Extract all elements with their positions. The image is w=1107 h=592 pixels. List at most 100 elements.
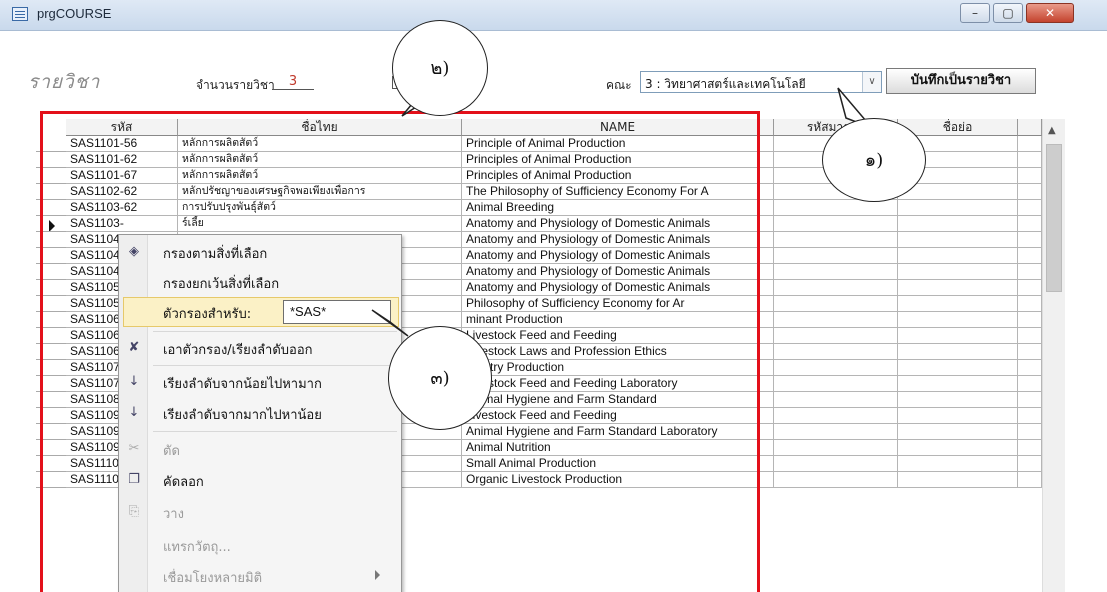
table-cell[interactable]	[898, 216, 1018, 232]
column-header[interactable]: ชื่อไทย	[178, 119, 462, 136]
faculty-dropdown[interactable]: 3 : วิทยาศาสตร์และเทคโนโลยี ∨	[640, 71, 882, 93]
table-cell[interactable]: Animal Nutrition	[462, 440, 774, 456]
menu-sort-ascending[interactable]: ↓ เรียงลำดับจากน้อยไปหามาก	[119, 367, 401, 397]
table-cell[interactable]: Animal Breeding	[462, 200, 774, 216]
table-cell[interactable]	[898, 248, 1018, 264]
table-cell[interactable]	[774, 248, 898, 264]
row-selector[interactable]	[36, 184, 66, 200]
table-cell[interactable]: Animal Hygiene and Farm Standard	[462, 392, 774, 408]
table-cell[interactable]: หลักการผลิตสัตว์	[178, 152, 462, 168]
table-cell[interactable]: Livestock Feed and Feeding	[462, 408, 774, 424]
table-cell[interactable]	[898, 344, 1018, 360]
table-cell[interactable]: SAS1103-62	[66, 200, 178, 216]
table-cell[interactable]: Anatomy and Physiology of Domestic Anima…	[462, 248, 774, 264]
table-cell[interactable]	[898, 312, 1018, 328]
minimize-button[interactable]: –	[960, 3, 990, 23]
table-cell[interactable]	[898, 392, 1018, 408]
column-header[interactable]: NAME	[462, 119, 774, 136]
table-cell[interactable]	[774, 408, 898, 424]
table-cell[interactable]	[898, 328, 1018, 344]
row-selector[interactable]	[36, 328, 66, 344]
table-cell[interactable]	[898, 440, 1018, 456]
table-cell[interactable]: การปรับปรุงพันธุ์สัตว์	[178, 200, 462, 216]
table-cell[interactable]: Principle of Animal Production	[462, 136, 774, 152]
row-selector[interactable]	[36, 472, 66, 488]
table-cell[interactable]: Principles of Animal Production	[462, 168, 774, 184]
table-cell[interactable]	[898, 280, 1018, 296]
row-selector[interactable]	[36, 392, 66, 408]
row-selector[interactable]	[36, 456, 66, 472]
row-selector[interactable]	[36, 296, 66, 312]
table-cell[interactable]	[774, 200, 898, 216]
table-cell[interactable]: minant Production	[462, 312, 774, 328]
table-cell[interactable]: SAS1101-62	[66, 152, 178, 168]
table-cell[interactable]	[774, 328, 898, 344]
row-selector[interactable]	[36, 440, 66, 456]
column-header[interactable]: รหัส	[66, 119, 178, 136]
menu-copy[interactable]: ❐ คัดลอก	[119, 465, 401, 495]
table-cell[interactable]: Livestock Feed and Feeding	[462, 328, 774, 344]
row-selector[interactable]	[36, 344, 66, 360]
row-selector[interactable]	[36, 408, 66, 424]
row-selector[interactable]	[36, 168, 66, 184]
table-cell[interactable]	[774, 312, 898, 328]
table-cell[interactable]	[774, 472, 898, 488]
row-selector[interactable]	[36, 280, 66, 296]
table-cell[interactable]: Anatomy and Physiology of Domestic Anima…	[462, 264, 774, 280]
table-cell[interactable]: SAS1101-67	[66, 168, 178, 184]
table-cell[interactable]	[898, 200, 1018, 216]
table-cell[interactable]: Animal Hygiene and Farm Standard Laborat…	[462, 424, 774, 440]
table-cell[interactable]: หลักการผลิตสัตว์	[178, 136, 462, 152]
table-cell[interactable]	[898, 456, 1018, 472]
menu-filter-by-selection[interactable]: ◈ กรองตามสิ่งที่เลือก	[119, 237, 401, 267]
scroll-up-icon[interactable]: ▲	[1048, 125, 1056, 136]
table-cell[interactable]	[898, 376, 1018, 392]
table-cell[interactable]	[774, 360, 898, 376]
row-selector[interactable]	[36, 216, 66, 232]
row-selector[interactable]	[36, 152, 66, 168]
filter-for-input[interactable]: *SAS*	[283, 300, 391, 324]
table-cell[interactable]	[774, 440, 898, 456]
table-cell[interactable]: Anatomy and Physiology of Domestic Anima…	[462, 232, 774, 248]
chevron-down-icon[interactable]: ∨	[862, 72, 881, 92]
table-cell[interactable]	[898, 472, 1018, 488]
table-cell[interactable]	[774, 344, 898, 360]
table-cell[interactable]: หลักปรัชญาของเศรษฐกิจพอเพียงเพื่อการ	[178, 184, 462, 200]
table-cell[interactable]	[898, 424, 1018, 440]
save-as-course-button[interactable]: บันทึกเป็นรายวิชา	[886, 68, 1036, 94]
row-selector[interactable]	[36, 312, 66, 328]
column-header[interactable]: ชื่อย่อ	[898, 119, 1018, 136]
table-cell[interactable]: Principles of Animal Production	[462, 152, 774, 168]
table-cell[interactable]	[774, 264, 898, 280]
table-cell[interactable]	[774, 280, 898, 296]
vertical-scrollbar[interactable]: ▲	[1042, 119, 1065, 592]
table-cell[interactable]	[774, 392, 898, 408]
table-cell[interactable]: SAS1103-	[66, 216, 178, 232]
table-cell[interactable]: ร์เลี้ย	[178, 216, 462, 232]
row-selector[interactable]	[36, 136, 66, 152]
table-cell[interactable]: The Philosophy of Sufficiency Economy Fo…	[462, 184, 774, 200]
table-cell[interactable]	[898, 408, 1018, 424]
table-cell[interactable]	[898, 296, 1018, 312]
table-cell[interactable]	[898, 232, 1018, 248]
table-cell[interactable]: หลักการผลิตสัตว์	[178, 168, 462, 184]
table-cell[interactable]	[898, 184, 1018, 200]
table-cell[interactable]	[898, 264, 1018, 280]
row-selector[interactable]	[36, 360, 66, 376]
menu-sort-descending[interactable]: ↓ เรียงลำดับจากมากไปหาน้อย	[119, 398, 401, 428]
table-cell[interactable]: Small Animal Production	[462, 456, 774, 472]
table-cell[interactable]	[774, 232, 898, 248]
table-cell[interactable]: Anatomy and Physiology of Domestic Anima…	[462, 216, 774, 232]
row-selector[interactable]	[36, 376, 66, 392]
menu-remove-filter-sort[interactable]: ✘ เอาตัวกรอง/เรียงลำดับออก	[119, 333, 401, 363]
row-selector[interactable]	[36, 200, 66, 216]
table-cell[interactable]: Poultry Production	[462, 360, 774, 376]
close-button[interactable]: ✕	[1026, 3, 1074, 23]
table-cell[interactable]	[774, 296, 898, 312]
table-cell[interactable]	[774, 424, 898, 440]
table-cell[interactable]: Anatomy and Physiology of Domestic Anima…	[462, 280, 774, 296]
row-selector-column[interactable]	[36, 136, 66, 592]
table-cell[interactable]	[898, 360, 1018, 376]
row-selector[interactable]	[36, 248, 66, 264]
scrollbar-thumb[interactable]	[1046, 144, 1062, 292]
